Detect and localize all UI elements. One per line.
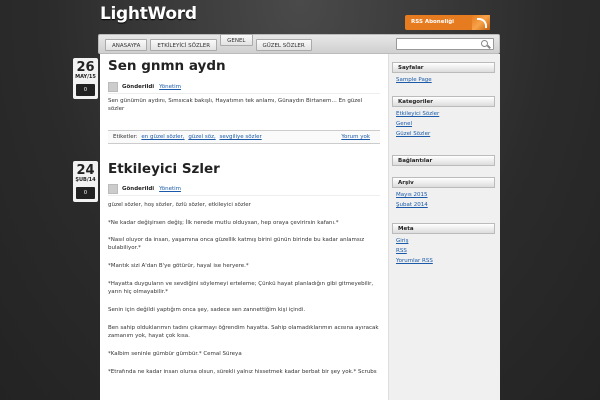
post-day: 26 bbox=[76, 60, 95, 75]
archive-link[interactable]: Şubat 2014 bbox=[396, 202, 495, 208]
widget-title: Bağlantılar bbox=[392, 155, 495, 166]
main-navbar: ANASAYFA ETKİLEYİCİ SÖZLER GENEL GÜZEL S… bbox=[98, 34, 500, 54]
post-paragraph: güzel sözler, hoş sözler, özlü sözler, e… bbox=[108, 202, 251, 208]
meta-link[interactable]: Giriş bbox=[396, 238, 495, 244]
author-label: Gönderildi bbox=[122, 186, 155, 192]
post-title[interactable]: Sen gnmn aydn bbox=[108, 58, 226, 74]
meta-link[interactable]: RSS bbox=[396, 248, 495, 254]
widget-meta: Meta Giriş RSS Yorumlar RSS bbox=[392, 223, 495, 264]
post-paragraph: Ben sahip olduklarımın tadını çıkarmayı … bbox=[108, 325, 379, 339]
nav-item-genel[interactable]: GENEL bbox=[220, 34, 253, 46]
author-avatar bbox=[108, 82, 118, 92]
post-excerpt: Sen günümün aydını, Sımsıcak bakışlı, Ha… bbox=[108, 98, 363, 112]
category-link[interactable]: Genel bbox=[396, 121, 495, 127]
post-paragraph: *Kalbim seninle gümbür gümbür.* Cemal Sü… bbox=[108, 351, 242, 357]
nav-menu: ANASAYFA ETKİLEYİCİ SÖZLER GENEL GÜZEL S… bbox=[105, 34, 312, 51]
post-paragraph: *Mantık sizi A'dan B'ye götürür, hayal i… bbox=[108, 263, 249, 269]
tags-line: Etiketler: en güzel sözler, güzel söz, s… bbox=[113, 134, 262, 140]
tags-label: Etiketler: bbox=[113, 134, 138, 140]
meta-link[interactable]: Yorumlar RSS bbox=[396, 258, 495, 264]
post-day: 24 bbox=[76, 163, 95, 178]
post-meta: Gönderildi Yönetim bbox=[108, 82, 380, 94]
widget-title: Kategoriler bbox=[392, 96, 495, 107]
comment-count[interactable]: 0 bbox=[76, 187, 95, 199]
rss-icon bbox=[472, 15, 490, 30]
site-logo[interactable]: LightWord bbox=[100, 4, 197, 24]
post-paragraph: *Ne kadar değişirsen değiş; İlk nerede m… bbox=[108, 220, 339, 226]
nav-item-anasayfa[interactable]: ANASAYFA bbox=[105, 39, 148, 51]
post-paragraph: *Etrafında ne kadar insan olursa olsun, … bbox=[108, 369, 377, 375]
post-paragraph: Senin için değildi yaptığım onca şey, sa… bbox=[108, 307, 306, 313]
widget-categories: Kategoriler Etkileyici Sözler Genel Güze… bbox=[392, 96, 495, 137]
tag-link[interactable]: en güzel sözler, bbox=[141, 134, 184, 140]
post-paragraph: *Nasıl oluyor da insan, yaşamına onca gü… bbox=[108, 237, 365, 251]
widget-title: Arşiv bbox=[392, 177, 495, 188]
rss-subscribe-button[interactable]: RSS Aboneliği bbox=[405, 15, 490, 30]
category-link[interactable]: Etkileyici Sözler bbox=[396, 111, 495, 117]
comments-link[interactable]: Yorum yok bbox=[341, 134, 370, 140]
author-line: Gönderildi Yönetim bbox=[122, 186, 181, 192]
widget-title: Meta bbox=[392, 223, 495, 234]
post-month: MAY/15 bbox=[75, 74, 96, 80]
widget-pages: Sayfalar Sample Page bbox=[392, 62, 495, 83]
post-paragraph: *Hayatta duyguların ve sevdiğini söyleme… bbox=[108, 281, 374, 295]
comment-count[interactable]: 0 bbox=[76, 84, 95, 96]
page-link[interactable]: Sample Page bbox=[396, 77, 495, 83]
category-link[interactable]: Güzel Sözler bbox=[396, 131, 495, 137]
post-meta: Gönderildi Yönetim bbox=[108, 184, 380, 196]
author-avatar bbox=[108, 184, 118, 194]
widget-archive: Arşiv Mayıs 2015 Şubat 2014 bbox=[392, 177, 495, 208]
author-label: Gönderildi bbox=[122, 84, 155, 90]
rss-label: RSS Aboneliği bbox=[411, 19, 455, 25]
nav-item-etkileyici-sozler[interactable]: ETKİLEYİCİ SÖZLER bbox=[150, 39, 218, 51]
search-input[interactable] bbox=[396, 38, 494, 50]
author-line: Gönderildi Yönetim bbox=[122, 84, 181, 90]
author-link[interactable]: Yönetim bbox=[159, 84, 181, 90]
widget-links: Bağlantılar bbox=[392, 155, 495, 166]
search-icon[interactable] bbox=[481, 40, 488, 47]
tag-link[interactable]: güzel söz, bbox=[188, 134, 215, 140]
post-title[interactable]: Etkileyici Szler bbox=[108, 161, 220, 177]
nav-item-guzel-sozler[interactable]: GÜZEL SÖZLER bbox=[255, 39, 312, 51]
tags-bar: Etiketler: en güzel sözler, güzel söz, s… bbox=[108, 130, 380, 144]
widget-title: Sayfalar bbox=[392, 62, 495, 73]
tag-link[interactable]: sevgiliye sözler bbox=[219, 134, 261, 140]
post-date-badge: 24 ŞUB/14 0 bbox=[73, 161, 98, 202]
post-date-badge: 26 MAY/15 0 bbox=[73, 58, 98, 99]
archive-link[interactable]: Mayıs 2015 bbox=[396, 192, 495, 198]
post-month: ŞUB/14 bbox=[75, 177, 96, 183]
author-link[interactable]: Yönetim bbox=[159, 186, 181, 192]
